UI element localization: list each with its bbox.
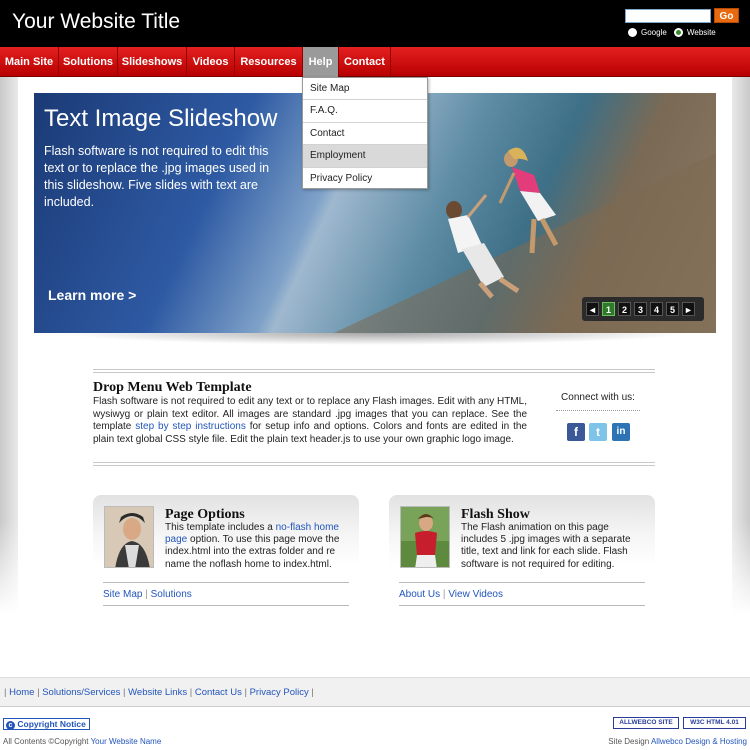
flash-show-title: Flash Show <box>461 507 530 522</box>
pager-page-4[interactable]: 4 <box>650 302 663 316</box>
footer-link-privacy-policy[interactable]: Privacy Policy <box>250 687 309 698</box>
flash-show-box: Flash Show The Flash animation on this p… <box>389 495 655 613</box>
footer-link-home[interactable]: Home <box>9 687 34 698</box>
copyright-notice-button[interactable]: c Copyright Notice <box>3 718 90 730</box>
nav-item-slideshows[interactable]: Slideshows <box>118 47 187 77</box>
learn-more-link[interactable]: Learn more > <box>48 287 136 303</box>
page-options-box: Page Options This template includes a no… <box>93 495 359 613</box>
nav-item-contact[interactable]: Contact <box>339 47 391 77</box>
twitter-icon[interactable]: t <box>589 423 607 441</box>
nav-item-resources[interactable]: Resources <box>235 47 303 77</box>
radio-website[interactable]: Website <box>674 28 716 37</box>
intro-title: Drop Menu Web Template <box>93 380 252 395</box>
search-go-button[interactable]: Go <box>714 8 739 23</box>
dropdown-item-site-map[interactable]: Site Map <box>303 78 427 101</box>
page-options-links: Site Map | Solutions <box>103 589 192 600</box>
about-us-link[interactable]: About Us <box>399 589 440 600</box>
pager-prev-button[interactable]: ◄ <box>586 302 599 316</box>
site-map-link[interactable]: Site Map <box>103 589 142 600</box>
nav-item-help[interactable]: Help <box>303 47 339 77</box>
credit-line: Site Design Allwebco Design & Hosting <box>608 737 747 746</box>
solutions-link[interactable]: Solutions <box>151 589 192 600</box>
page-options-title: Page Options <box>165 507 245 522</box>
copyright-icon: c <box>6 721 15 730</box>
connect-divider <box>556 410 640 411</box>
header-bar: Your Website Title Go Google Website <box>0 0 750 47</box>
divider <box>93 462 655 466</box>
dropdown-item-contact[interactable]: Contact <box>303 123 427 146</box>
dropdown-item-faq[interactable]: F.A.Q. <box>303 100 427 123</box>
dropdown-item-employment[interactable]: Employment <box>303 145 427 168</box>
radio-website-dot[interactable] <box>674 28 683 37</box>
radio-website-label: Website <box>687 28 716 37</box>
divider <box>399 605 645 606</box>
help-dropdown-menu: Site Map F.A.Q. Contact Employment Priva… <box>302 77 428 189</box>
website-name-link[interactable]: Your Website Name <box>91 737 162 746</box>
intro-text: Flash software is not required to edit a… <box>93 396 527 446</box>
footer-link-contact-us[interactable]: Contact Us <box>195 687 242 698</box>
nav-item-videos[interactable]: Videos <box>187 47 235 77</box>
instructions-link[interactable]: step by step instructions <box>135 421 246 432</box>
copyright-notice-label: Copyright Notice <box>17 719 86 729</box>
flash-show-text: The Flash animation on this page include… <box>461 522 631 570</box>
allwebco-site-badge[interactable]: ALLWEBCO SITE <box>613 717 679 729</box>
copyright-text: All Contents ©Copyright <box>3 737 91 746</box>
facebook-icon[interactable]: f <box>567 423 585 441</box>
slide-title: Text Image Slideshow <box>44 105 278 132</box>
view-videos-link[interactable]: View Videos <box>448 589 503 600</box>
footer-link-solutions[interactable]: Solutions/Services <box>42 687 120 698</box>
divider <box>399 582 645 583</box>
site-title[interactable]: Your Website Title <box>12 10 180 34</box>
linkedin-icon[interactable]: in <box>612 423 630 441</box>
page-options-image <box>104 506 154 568</box>
connect-label: Connect with us: <box>561 392 635 403</box>
slide-text: Flash software is not required to edit t… <box>44 144 270 209</box>
radio-google-label: Google <box>641 28 667 37</box>
allwebco-link[interactable]: Allwebco Design & Hosting <box>651 737 747 746</box>
copyright-line: All Contents ©Copyright Your Website Nam… <box>3 737 161 746</box>
flash-show-links: About Us | View Videos <box>399 589 503 600</box>
nav-item-solutions[interactable]: Solutions <box>59 47 118 77</box>
radio-google[interactable]: Google <box>628 28 667 37</box>
pager-page-3[interactable]: 3 <box>634 302 647 316</box>
main-nav: Main Site Solutions Slideshows Videos Re… <box>0 47 750 77</box>
divider <box>103 582 349 583</box>
pager-page-1[interactable]: 1 <box>602 302 615 316</box>
radio-google-dot[interactable] <box>628 28 637 37</box>
footer-link-website-links[interactable]: Website Links <box>128 687 187 698</box>
slide-pager: ◄ 1 2 3 4 5 ► <box>582 297 704 321</box>
flash-show-image <box>400 506 450 568</box>
divider <box>103 605 349 606</box>
footer-nav: | Home | Solutions/Services | Website Li… <box>0 677 750 707</box>
pager-next-button[interactable]: ► <box>682 302 695 316</box>
credit-text: Site Design <box>608 737 651 746</box>
search-input[interactable] <box>625 9 711 23</box>
page-options-text-part2: option. To use this page move the index.… <box>165 534 340 570</box>
dropdown-item-privacy-policy[interactable]: Privacy Policy <box>303 168 427 190</box>
pager-page-5[interactable]: 5 <box>666 302 679 316</box>
pager-page-2[interactable]: 2 <box>618 302 631 316</box>
page-options-text-part1: This template includes a <box>165 522 276 533</box>
page-options-text: This template includes a no-flash home p… <box>165 522 350 571</box>
w3c-html-badge[interactable]: W3C HTML 4.01 <box>683 717 746 729</box>
divider <box>93 369 655 373</box>
slideshow-shadow <box>60 333 690 345</box>
nav-item-main-site[interactable]: Main Site <box>0 47 59 77</box>
